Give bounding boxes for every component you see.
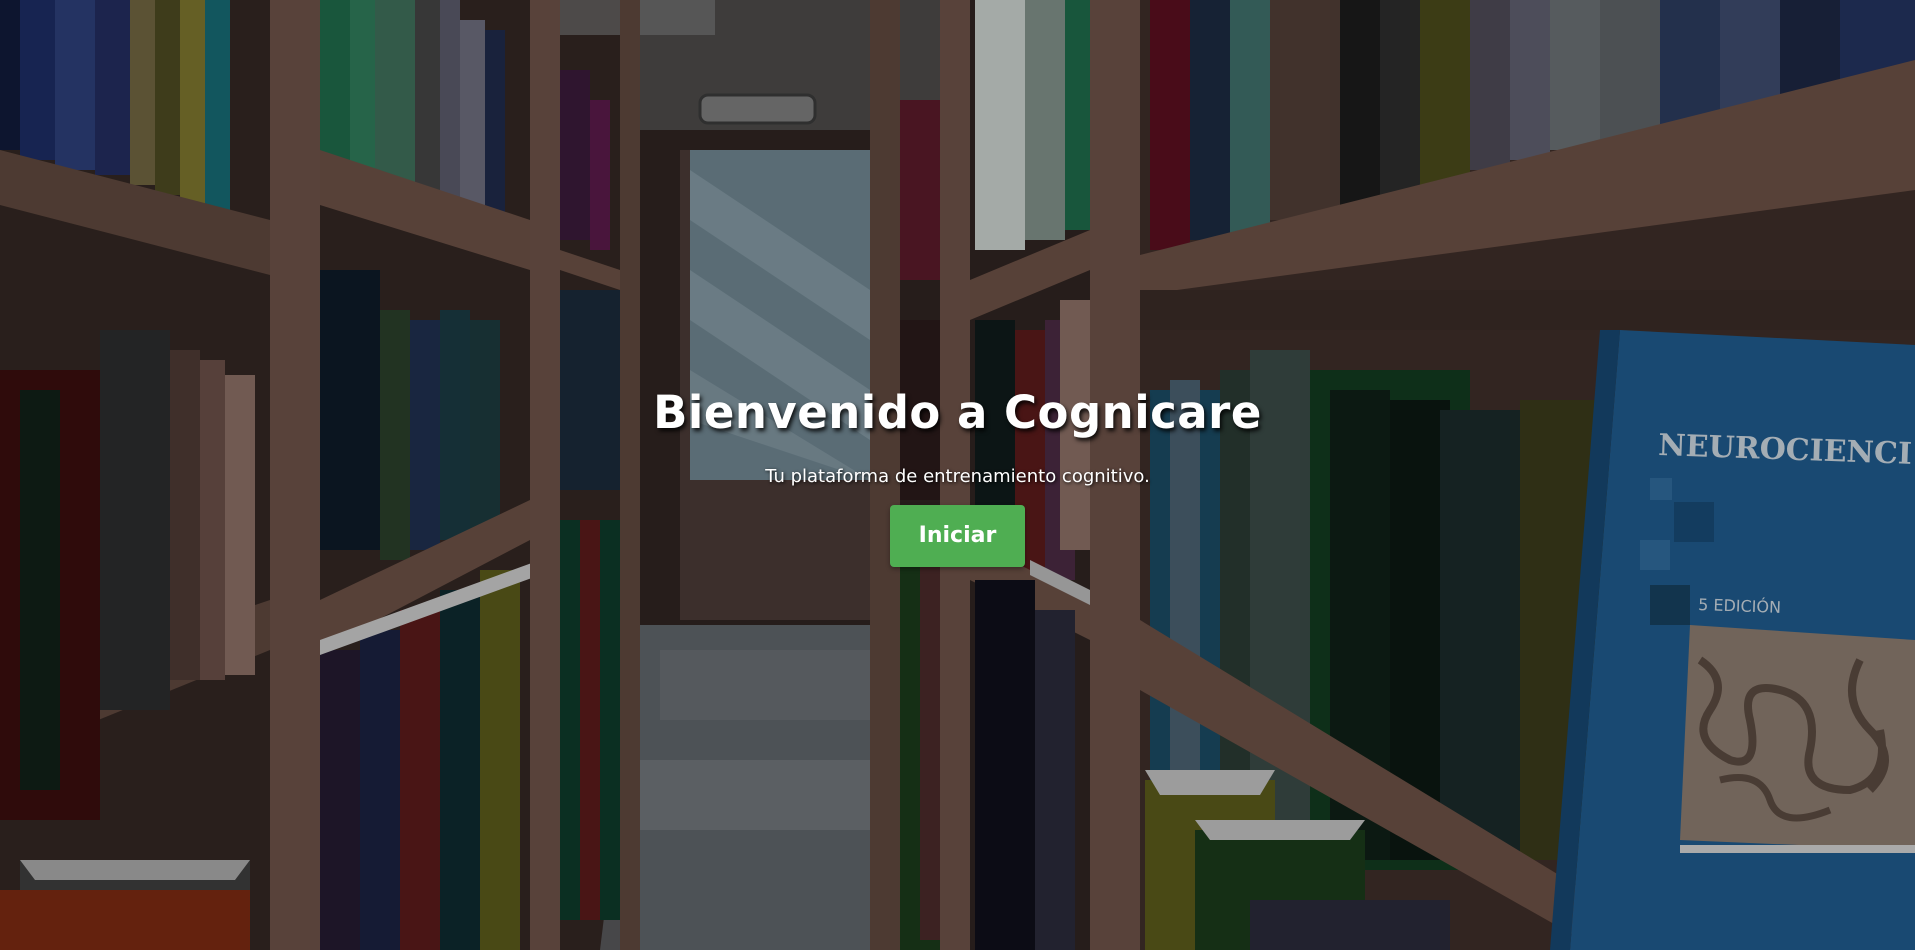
page-title: Bienvenido a Cognicare xyxy=(653,386,1262,439)
start-button[interactable]: Iniciar xyxy=(889,505,1026,567)
welcome-hero: Bienvenido a Cognicare Tu plataforma de … xyxy=(0,380,1915,567)
page-subtitle: Tu plataforma de entrenamiento cognitivo… xyxy=(765,466,1150,487)
